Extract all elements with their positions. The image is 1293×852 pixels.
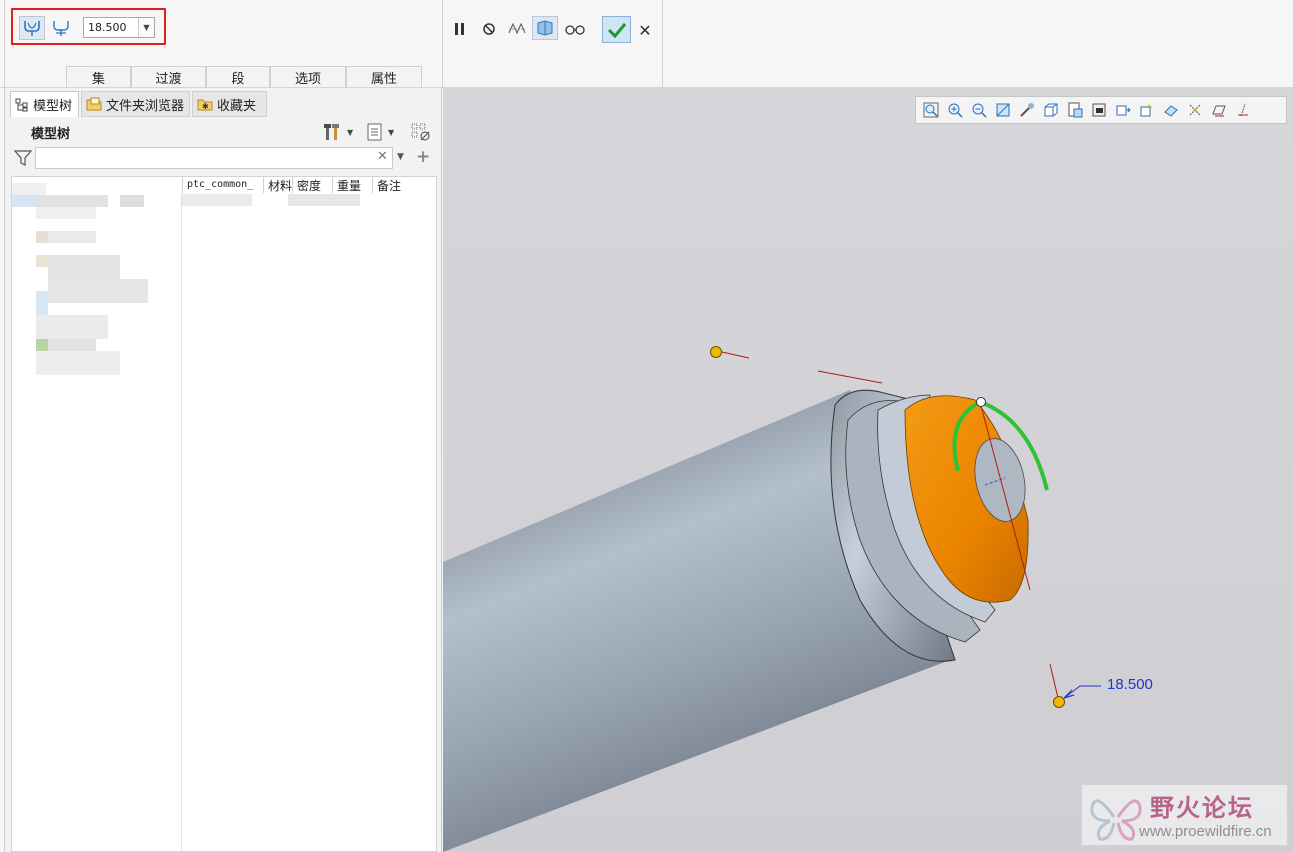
preview-icon	[508, 22, 526, 35]
butterfly-logo	[1090, 799, 1142, 841]
tab-options[interactable]: 选项	[270, 66, 346, 87]
zoom-in-icon[interactable]	[944, 100, 966, 120]
column-header[interactable]: 材料	[263, 177, 292, 193]
pause-button[interactable]	[447, 17, 473, 41]
spin-center-icon[interactable]	[1112, 100, 1134, 120]
tab-favorites[interactable]: ✱ 收藏夹	[192, 91, 267, 117]
axis-display-icon[interactable]	[1232, 100, 1254, 120]
blurred-column-values	[182, 194, 360, 208]
round-set-icon	[24, 21, 40, 36]
tree-settings-button[interactable]: ▼	[323, 121, 359, 143]
tab-favorites-label: 收藏夹	[217, 98, 257, 114]
view-manager-icon[interactable]	[1064, 100, 1086, 120]
ribbon-divider	[662, 0, 663, 87]
ok-button[interactable]	[602, 16, 631, 43]
round-transition-button[interactable]	[48, 16, 74, 40]
view-toolbar	[915, 96, 1287, 124]
chevron-down-icon: ▼	[388, 127, 395, 137]
pause-icon	[455, 23, 464, 35]
graphics-viewport[interactable]	[443, 88, 1293, 852]
verify-icon	[537, 20, 553, 36]
svg-text:✱: ✱	[202, 102, 209, 111]
refit-icon[interactable]	[920, 100, 942, 120]
model-tree-icon	[15, 98, 28, 111]
column-header[interactable]: 密度	[292, 177, 332, 193]
chevron-down-icon[interactable]: ▼	[397, 152, 404, 162]
saved-orientations-icon[interactable]	[1040, 100, 1062, 120]
cancel-button[interactable]: ✕	[635, 18, 655, 42]
drag-handle[interactable]	[710, 346, 722, 358]
add-filter-icon[interactable]: +	[416, 147, 430, 167]
tab-folder-browser-label: 文件夹浏览器	[106, 98, 185, 114]
clear-filter-icon[interactable]: ✕	[377, 149, 388, 164]
column-header[interactable]: ptc_common_	[182, 177, 262, 193]
no-preview-icon	[483, 23, 495, 35]
radius-value-combo[interactable]: ▼	[83, 17, 155, 38]
reference-line	[1049, 663, 1059, 699]
annotation-display-icon[interactable]	[1136, 100, 1158, 120]
favorites-icon: ✱	[197, 99, 213, 111]
filter-icon	[14, 150, 32, 166]
tab-folder-browser[interactable]: 文件夹浏览器	[81, 91, 190, 117]
tab-transitions[interactable]: 过渡	[131, 66, 206, 87]
preview-solid-button[interactable]	[532, 16, 558, 40]
preview-wire-button[interactable]	[504, 17, 530, 41]
perspective-icon[interactable]	[1088, 100, 1110, 120]
display-style-icon[interactable]	[1016, 100, 1038, 120]
plane-display-icon[interactable]	[1208, 100, 1230, 120]
dimension-label[interactable]: 18.500	[1107, 676, 1153, 693]
ok-check-icon	[607, 22, 626, 38]
no-preview-button[interactable]	[476, 17, 502, 41]
column-header[interactable]: 重量	[332, 177, 372, 193]
tree-filter-input[interactable]	[35, 147, 393, 169]
cancel-x-icon: ✕	[638, 20, 652, 40]
point-display-icon[interactable]	[1184, 100, 1206, 120]
tab-model-tree-label: 模型树	[33, 99, 73, 114]
hidden-items-icon	[411, 123, 430, 141]
column-header[interactable]: 备注	[372, 177, 436, 193]
repaint-icon[interactable]	[992, 100, 1014, 120]
tab-pieces[interactable]: 段	[206, 66, 270, 87]
ribbon-divider	[442, 0, 443, 87]
tab-properties[interactable]: 属性	[346, 66, 422, 87]
model-3d-view	[443, 346, 1101, 852]
round-transition-icon	[53, 21, 69, 36]
reference-line	[817, 370, 883, 384]
list-icon	[367, 123, 382, 141]
tree-filter-hide-button[interactable]	[410, 122, 434, 144]
datum-display-icon[interactable]	[1160, 100, 1182, 120]
tools-icon	[324, 124, 339, 140]
drag-handle-white[interactable]	[976, 397, 986, 407]
glasses-icon	[565, 25, 585, 35]
chevron-down-icon: ▼	[347, 127, 354, 137]
radius-value-input[interactable]	[84, 18, 142, 37]
round-set-button[interactable]	[19, 16, 45, 40]
model-tree-title: 模型树	[31, 127, 71, 142]
chevron-down-icon[interactable]: ▼	[138, 18, 154, 37]
watermark-url: www.proewildfire.cn	[1139, 823, 1272, 840]
watermark-title: 野火论坛	[1150, 794, 1254, 822]
tab-sets[interactable]: 集	[66, 66, 131, 87]
glasses-button[interactable]	[562, 17, 588, 41]
reference-line	[721, 351, 750, 359]
drag-handle[interactable]	[1053, 696, 1065, 708]
zoom-out-icon[interactable]	[968, 100, 990, 120]
blurred-tree-items	[12, 183, 182, 378]
tab-model-tree[interactable]: 模型树	[10, 91, 79, 117]
folder-browser-icon	[86, 97, 102, 111]
tree-show-button[interactable]: ▼	[366, 121, 402, 143]
